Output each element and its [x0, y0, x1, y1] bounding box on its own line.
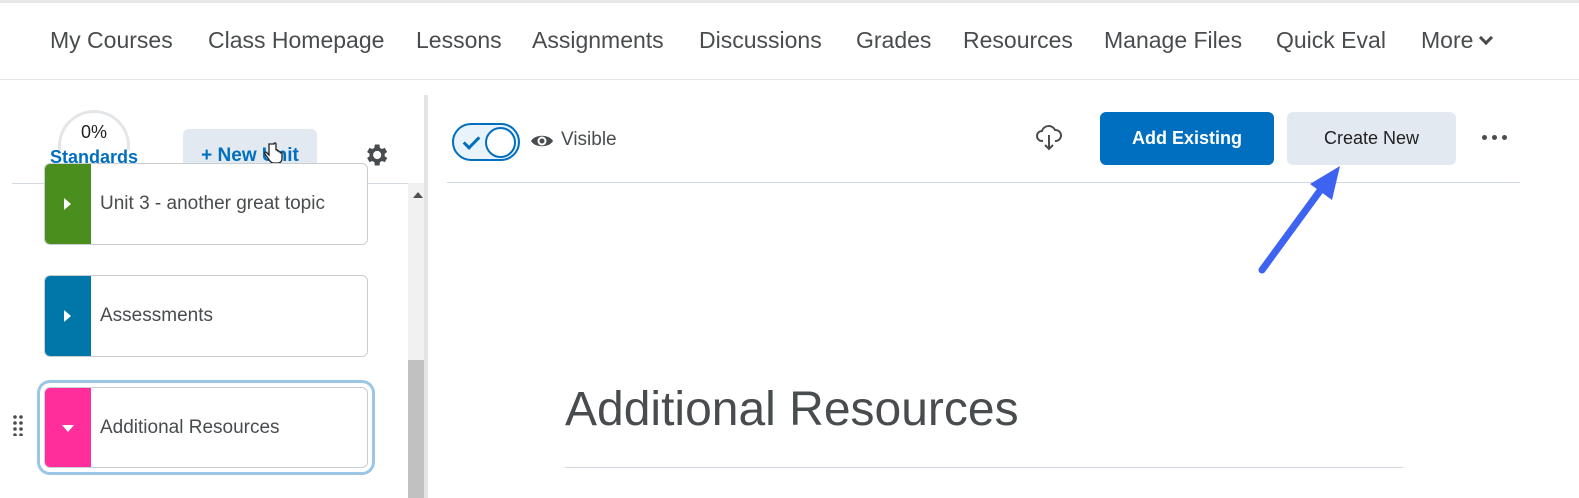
unit-card-additional-resources[interactable]: Additional Resources	[44, 387, 368, 468]
scroll-up-arrow-icon[interactable]	[413, 192, 423, 198]
nav-more-menu[interactable]: More	[1421, 27, 1494, 54]
nav-class-homepage[interactable]: Class Homepage	[208, 27, 384, 54]
expand-arrow-icon[interactable]	[64, 198, 71, 210]
visibility-toggle[interactable]	[452, 123, 520, 161]
nav-grades[interactable]: Grades	[856, 27, 931, 54]
chevron-down-icon	[1479, 30, 1494, 46]
nav-more-label: More	[1421, 27, 1474, 53]
unit-card-unit-3[interactable]: Unit 3 - another great topic	[44, 163, 368, 245]
unit-label: Unit 3 - another great topic	[100, 193, 325, 214]
unit-card-assessments[interactable]: Assessments	[44, 275, 368, 357]
drag-handle-icon[interactable]	[12, 414, 24, 436]
nav-quick-eval[interactable]: Quick Eval	[1276, 27, 1386, 54]
visibility-label: Visible	[561, 129, 617, 150]
nav-assignments[interactable]: Assignments	[532, 27, 664, 54]
nav-resources[interactable]: Resources	[963, 27, 1073, 54]
collapse-arrow-icon[interactable]	[62, 424, 74, 432]
unit-label: Additional Resources	[100, 416, 280, 438]
toggle-knob	[485, 127, 516, 158]
toolbar-divider	[447, 182, 1520, 183]
create-new-button[interactable]: Create New	[1287, 112, 1456, 165]
nav-my-courses[interactable]: My Courses	[50, 27, 173, 54]
unit-label: Assessments	[100, 305, 213, 326]
standards-progress-value: 0%	[80, 122, 107, 142]
nav-manage-files[interactable]: Manage Files	[1104, 27, 1242, 54]
checkmark-icon	[462, 132, 481, 150]
panel-resize-rail	[424, 95, 428, 498]
eye-icon	[531, 135, 553, 147]
title-divider	[565, 467, 1403, 468]
nav-discussions[interactable]: Discussions	[699, 27, 822, 54]
nav-lessons[interactable]: Lessons	[416, 27, 502, 54]
top-navigation: My Courses Class Homepage Lessons Assign…	[0, 0, 1579, 80]
cloud-download-icon[interactable]	[1036, 124, 1062, 152]
expand-arrow-icon[interactable]	[64, 310, 71, 322]
page-title: Additional Resources	[565, 383, 1019, 436]
more-options-icon[interactable]	[1482, 135, 1508, 141]
annotation-arrow-icon	[1258, 166, 1340, 274]
add-existing-button[interactable]: Add Existing	[1100, 112, 1274, 165]
